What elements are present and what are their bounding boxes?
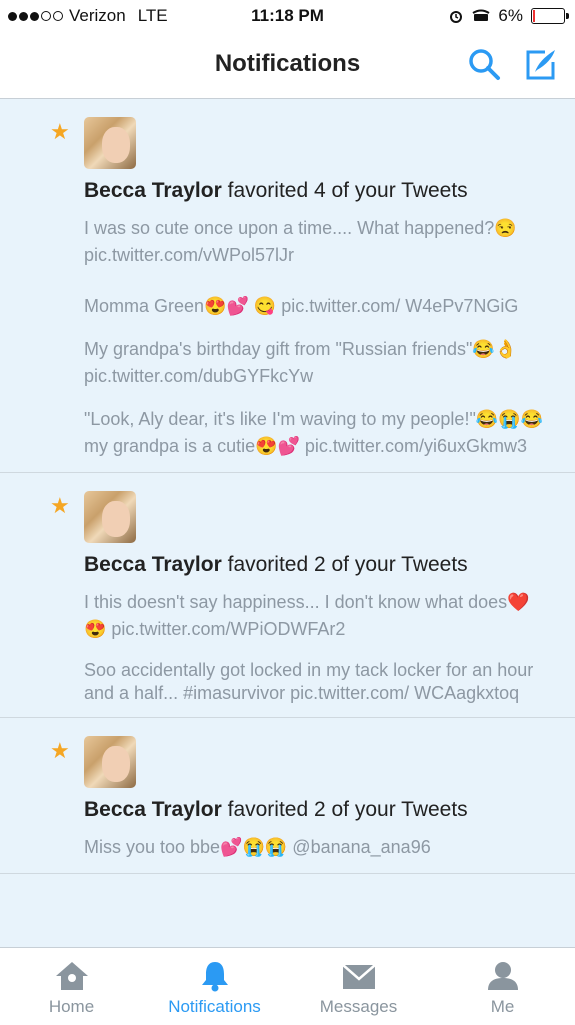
notification-action: favorited 2 of your Tweets: [227, 798, 468, 821]
tweet-text[interactable]: Soo accidentally got locked in my tack l…: [84, 659, 545, 705]
nav-bar: Notifications: [0, 32, 575, 99]
star-icon: ★: [50, 738, 70, 763]
tweet-text[interactable]: Miss you too bbe💕😭😭 @banana_ana96: [84, 834, 545, 861]
compose-tweet-icon[interactable]: [523, 46, 559, 82]
person-icon: [487, 962, 518, 990]
avatar[interactable]: [84, 491, 136, 543]
notification-item[interactable]: ★ Becca Traylor favorited 2 of your Twee…: [0, 718, 575, 874]
envelope-icon: [341, 964, 376, 989]
tab-home[interactable]: Home: [0, 948, 143, 1025]
tab-label: Home: [48, 997, 95, 1016]
tty-icon: [472, 9, 490, 21]
avatar[interactable]: [84, 117, 136, 169]
tweet-text[interactable]: My grandpa's birthday gift from "Russian…: [84, 336, 545, 390]
notification-headline: Becca Traylor favorited 4 of your Tweets: [84, 179, 575, 203]
battery-icon: [531, 8, 569, 24]
search-icon[interactable]: [466, 46, 502, 82]
star-icon: ★: [50, 493, 70, 518]
tweet-text[interactable]: I was so cute once upon a time.... What …: [84, 215, 545, 269]
bell-icon: [201, 962, 228, 992]
avatar[interactable]: [84, 736, 136, 788]
notification-headline: Becca Traylor favorited 2 of your Tweets: [84, 553, 575, 577]
tweet-text[interactable]: Momma Green😍💕 😋 pic.twitter.com/ W4ePv7N…: [84, 293, 545, 320]
status-right: 6%: [448, 6, 569, 26]
tab-label: Notifications: [168, 997, 261, 1016]
battery-percent: 6%: [498, 6, 523, 25]
tweet-text[interactable]: I this doesn't say happiness... I don't …: [84, 589, 545, 643]
star-icon: ★: [50, 119, 70, 144]
notification-action: favorited 4 of your Tweets: [227, 179, 468, 202]
user-name[interactable]: Becca Traylor: [84, 798, 222, 821]
tab-me[interactable]: Me: [431, 948, 574, 1025]
tab-label: Me: [490, 997, 515, 1016]
tab-notifications[interactable]: Notifications: [143, 948, 286, 1025]
tweet-text[interactable]: "Look, Aly dear, it's like I'm waving to…: [84, 406, 545, 460]
tab-label: Messages: [319, 997, 398, 1016]
user-name[interactable]: Becca Traylor: [84, 553, 222, 576]
alarm-icon: [450, 11, 463, 23]
notification-item[interactable]: ★ Becca Traylor favorited 4 of your Twee…: [0, 99, 575, 473]
tab-messages[interactable]: Messages: [287, 948, 430, 1025]
notification-item[interactable]: ★ Becca Traylor favorited 2 of your Twee…: [0, 473, 575, 718]
notification-headline: Becca Traylor favorited 2 of your Tweets: [84, 798, 575, 822]
home-icon: [55, 962, 88, 990]
notifications-feed[interactable]: ★ Becca Traylor favorited 4 of your Twee…: [0, 99, 575, 947]
status-bar: Verizon LTE 11:18 PM 6%: [0, 0, 575, 32]
tab-bar: Home Notifications Messages Me: [0, 947, 575, 1025]
user-name[interactable]: Becca Traylor: [84, 179, 222, 202]
notification-action: favorited 2 of your Tweets: [227, 553, 468, 576]
